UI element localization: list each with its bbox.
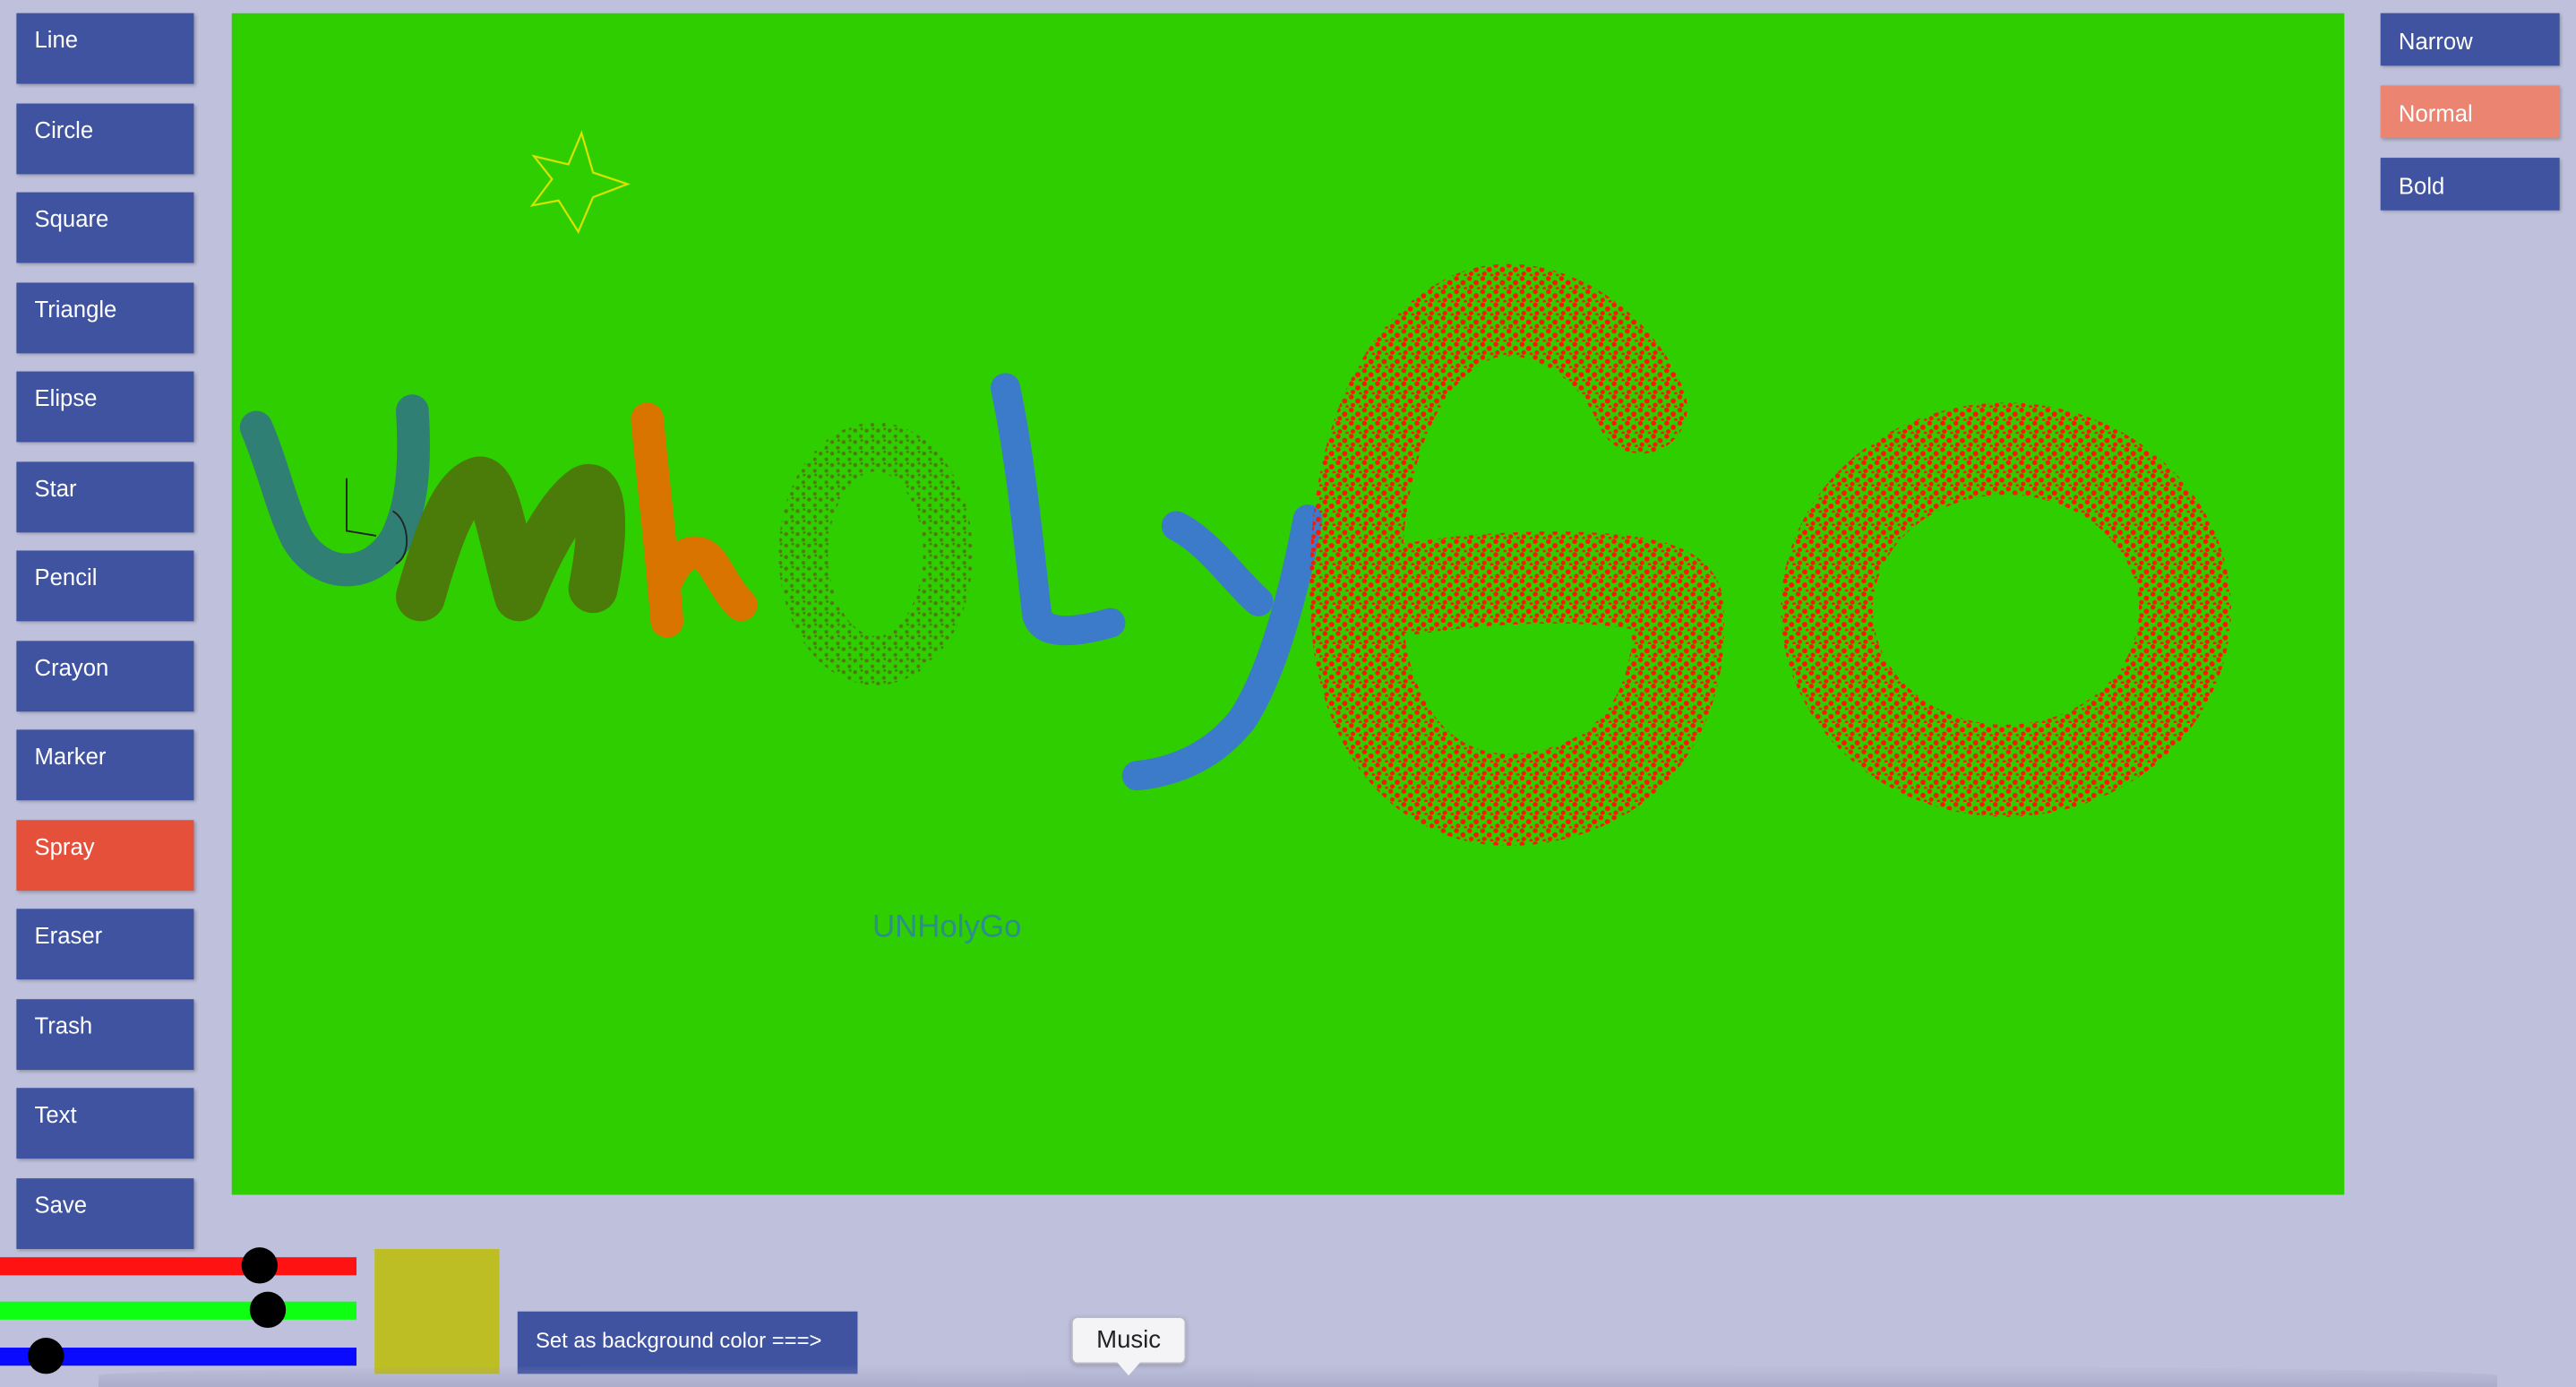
bottom-bar-shade xyxy=(99,1364,2497,1387)
tool-triangle-button[interactable]: Triangle xyxy=(16,281,194,353)
tool-elipse-button[interactable]: Elipse xyxy=(16,371,194,443)
tool-eraser-button[interactable]: Eraser xyxy=(16,909,194,980)
red-slider-track[interactable] xyxy=(0,1257,357,1276)
tool-spray-button[interactable]: Spray xyxy=(16,819,194,891)
tool-marker-button[interactable]: Marker xyxy=(16,729,194,801)
canvas-drawing: UNHolyGo xyxy=(231,13,2345,1195)
music-tooltip-pointer xyxy=(1117,1362,1140,1376)
tool-save-button[interactable]: Save xyxy=(16,1177,194,1249)
tool-text-button[interactable]: Text xyxy=(16,1088,194,1159)
tool-crayon-button[interactable]: Crayon xyxy=(16,640,194,711)
paint-app: UNHolyGo Set as background color ===> Mu… xyxy=(0,0,2576,1387)
tool-trash-button[interactable]: Trash xyxy=(16,998,194,1070)
drawing-canvas[interactable]: UNHolyGo xyxy=(231,13,2345,1195)
color-swatch xyxy=(374,1248,500,1374)
width-narrow-button[interactable]: Narrow xyxy=(2380,13,2560,66)
tool-square-button[interactable]: Square xyxy=(16,192,194,263)
width-bold-button[interactable]: Bold xyxy=(2380,158,2560,211)
tool-star-button[interactable]: Star xyxy=(16,461,194,532)
width-normal-button[interactable]: Normal xyxy=(2380,85,2560,139)
canvas-text: UNHolyGo xyxy=(872,909,1021,943)
tool-circle-button[interactable]: Circle xyxy=(16,102,194,174)
green-slider-track[interactable] xyxy=(0,1301,357,1320)
tool-line-button[interactable]: Line xyxy=(16,13,194,84)
red-slider-knob[interactable] xyxy=(242,1247,279,1284)
music-button[interactable]: Music xyxy=(1070,1316,1187,1365)
stroke-n xyxy=(396,456,626,622)
tool-pencil-button[interactable]: Pencil xyxy=(16,550,194,622)
green-slider-knob[interactable] xyxy=(249,1291,286,1329)
blue-slider-knob[interactable] xyxy=(28,1338,64,1374)
